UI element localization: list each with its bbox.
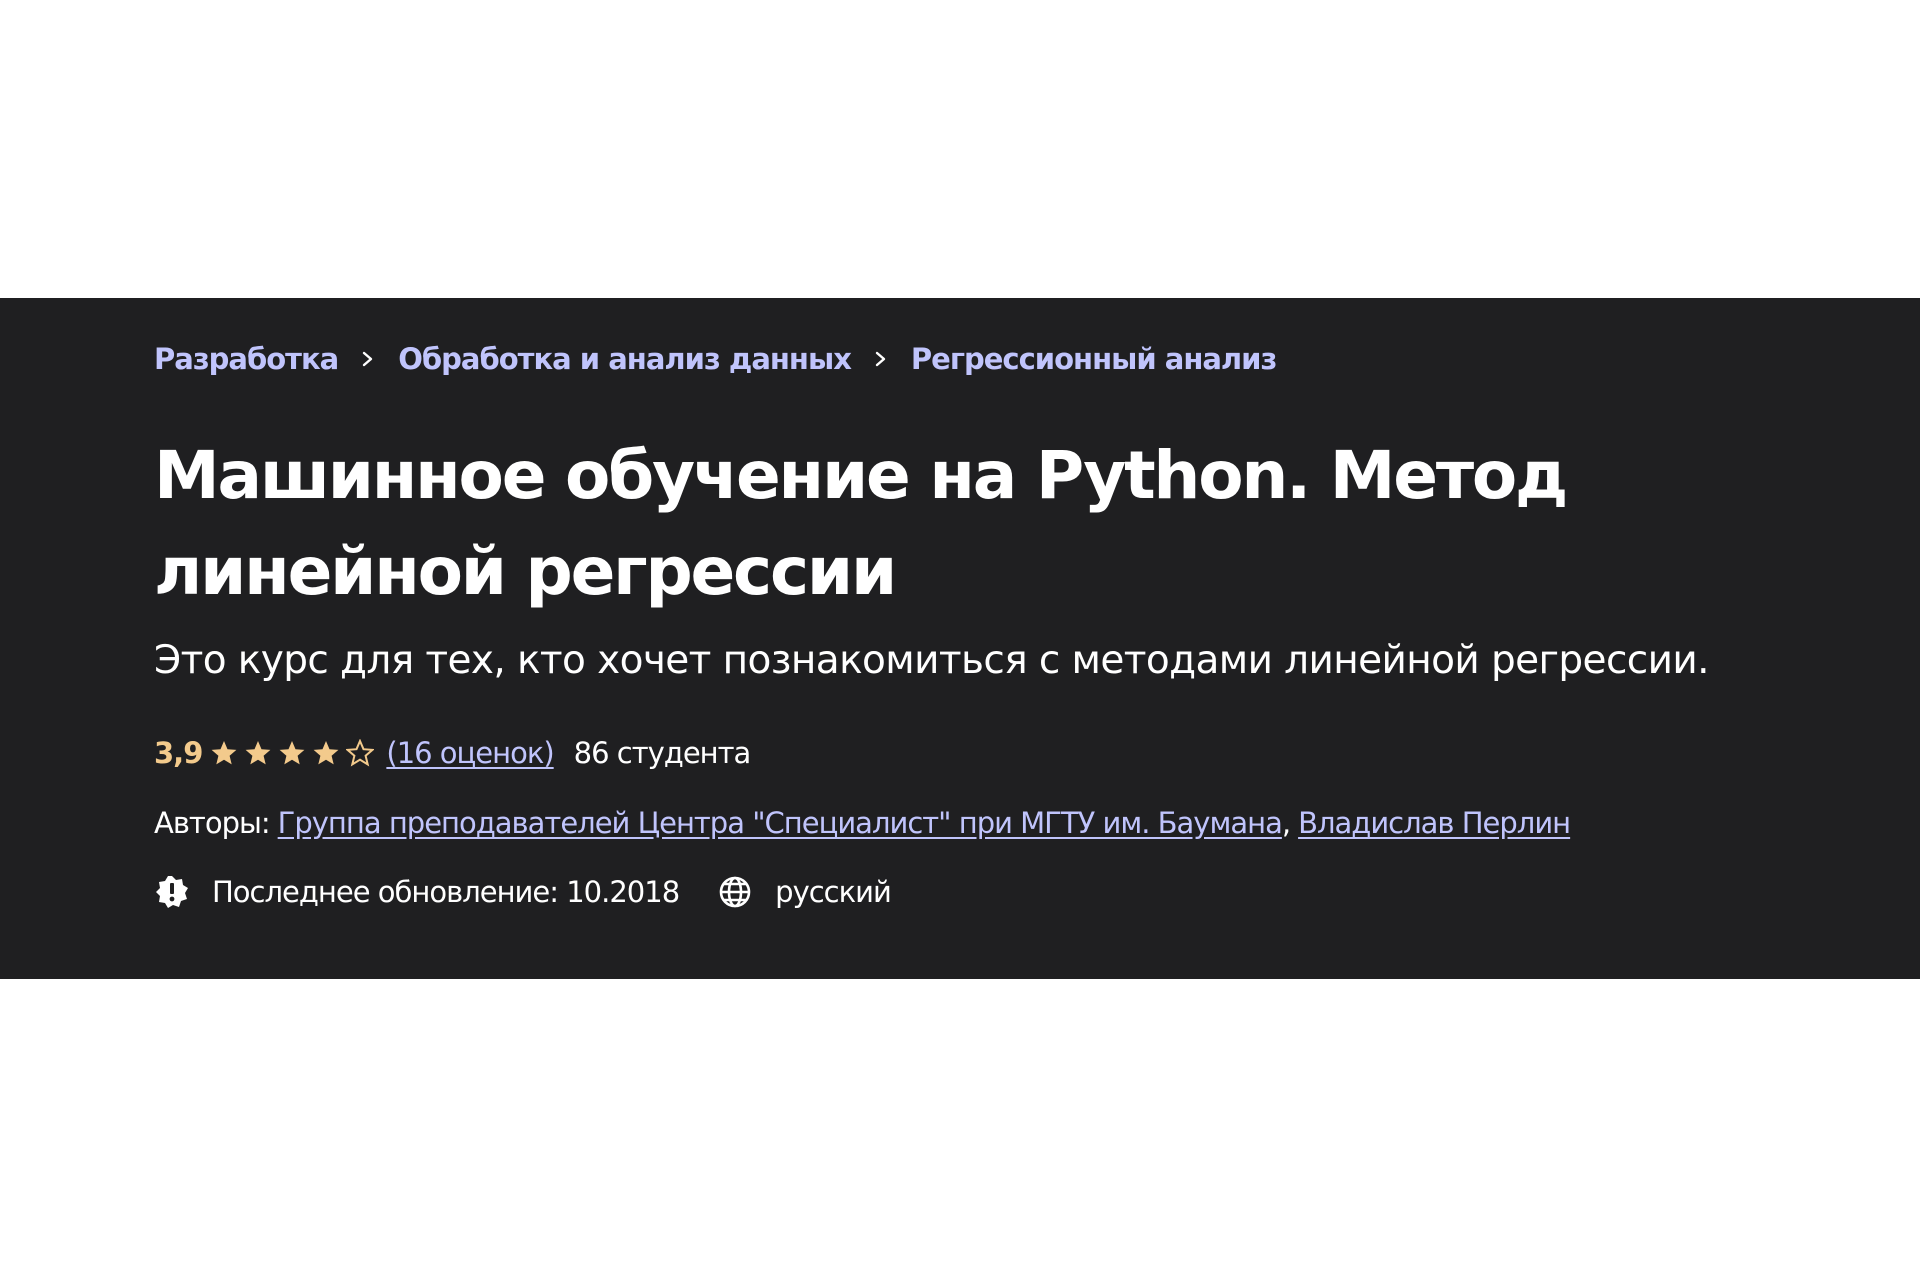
star-icon <box>312 739 340 767</box>
students-count: 86 студента <box>573 736 752 770</box>
rating-value: 3,9 <box>154 736 203 770</box>
author-link-specialist-group[interactable]: Группа преподавателей Центра "Специалист… <box>278 806 1283 840</box>
chevron-right-icon <box>338 344 398 374</box>
breadcrumb-item-development[interactable]: Разработка <box>154 342 339 376</box>
meta-row: Последнее обновление: 10.2018 русский <box>154 874 929 910</box>
star-icon <box>345 738 376 767</box>
breadcrumb: Разработка Обработка и анализ данных Рег… <box>154 342 1277 376</box>
page: Разработка Обработка и анализ данных Рег… <box>0 0 1920 1280</box>
authors-label: Авторы: <box>154 806 271 840</box>
rating-stars <box>210 738 376 767</box>
course-title: Машинное обучение на Python. Метод линей… <box>154 437 1568 610</box>
course-subtitle: Это курс для тех, кто хочет познакомитьс… <box>154 638 1710 683</box>
star-icon <box>278 739 306 767</box>
chevron-right-icon <box>851 344 911 374</box>
author-link-vladislav-perlin[interactable]: Владислав Перлин <box>1298 806 1571 840</box>
course-header-banner: Разработка Обработка и анализ данных Рег… <box>0 298 1920 979</box>
authors-separator: , <box>1281 806 1291 840</box>
rating-row: 3,9 (16 оценок) 86 студента <box>154 736 752 770</box>
star-icon <box>210 739 238 767</box>
breadcrumb-item-regression-analysis[interactable]: Регрессионный анализ <box>911 342 1277 376</box>
breadcrumb-item-data-analysis[interactable]: Обработка и анализ данных <box>398 342 852 376</box>
rating-count-link[interactable]: (16 оценок) <box>386 736 554 770</box>
language-text: русский <box>775 875 892 909</box>
authors-row: Авторы: Группа преподавателей Центра "Сп… <box>154 806 1571 840</box>
alert-badge-icon <box>154 874 190 910</box>
star-icon <box>244 739 272 767</box>
globe-icon <box>717 874 753 910</box>
last-update-text: Последнее обновление: 10.2018 <box>212 875 680 909</box>
